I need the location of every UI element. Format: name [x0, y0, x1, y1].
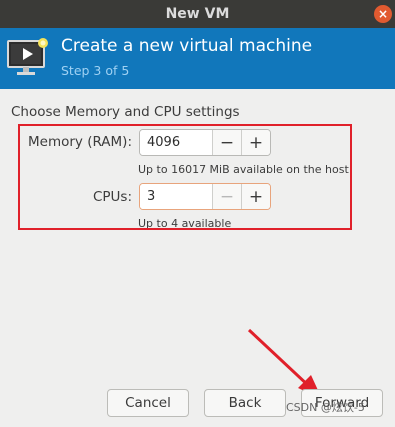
cancel-button[interactable]: Cancel — [107, 389, 189, 417]
back-button[interactable]: Back — [204, 389, 286, 417]
annotation-arrow-icon — [247, 328, 322, 399]
watermark: CSDN @炫饮-5 — [286, 401, 365, 414]
